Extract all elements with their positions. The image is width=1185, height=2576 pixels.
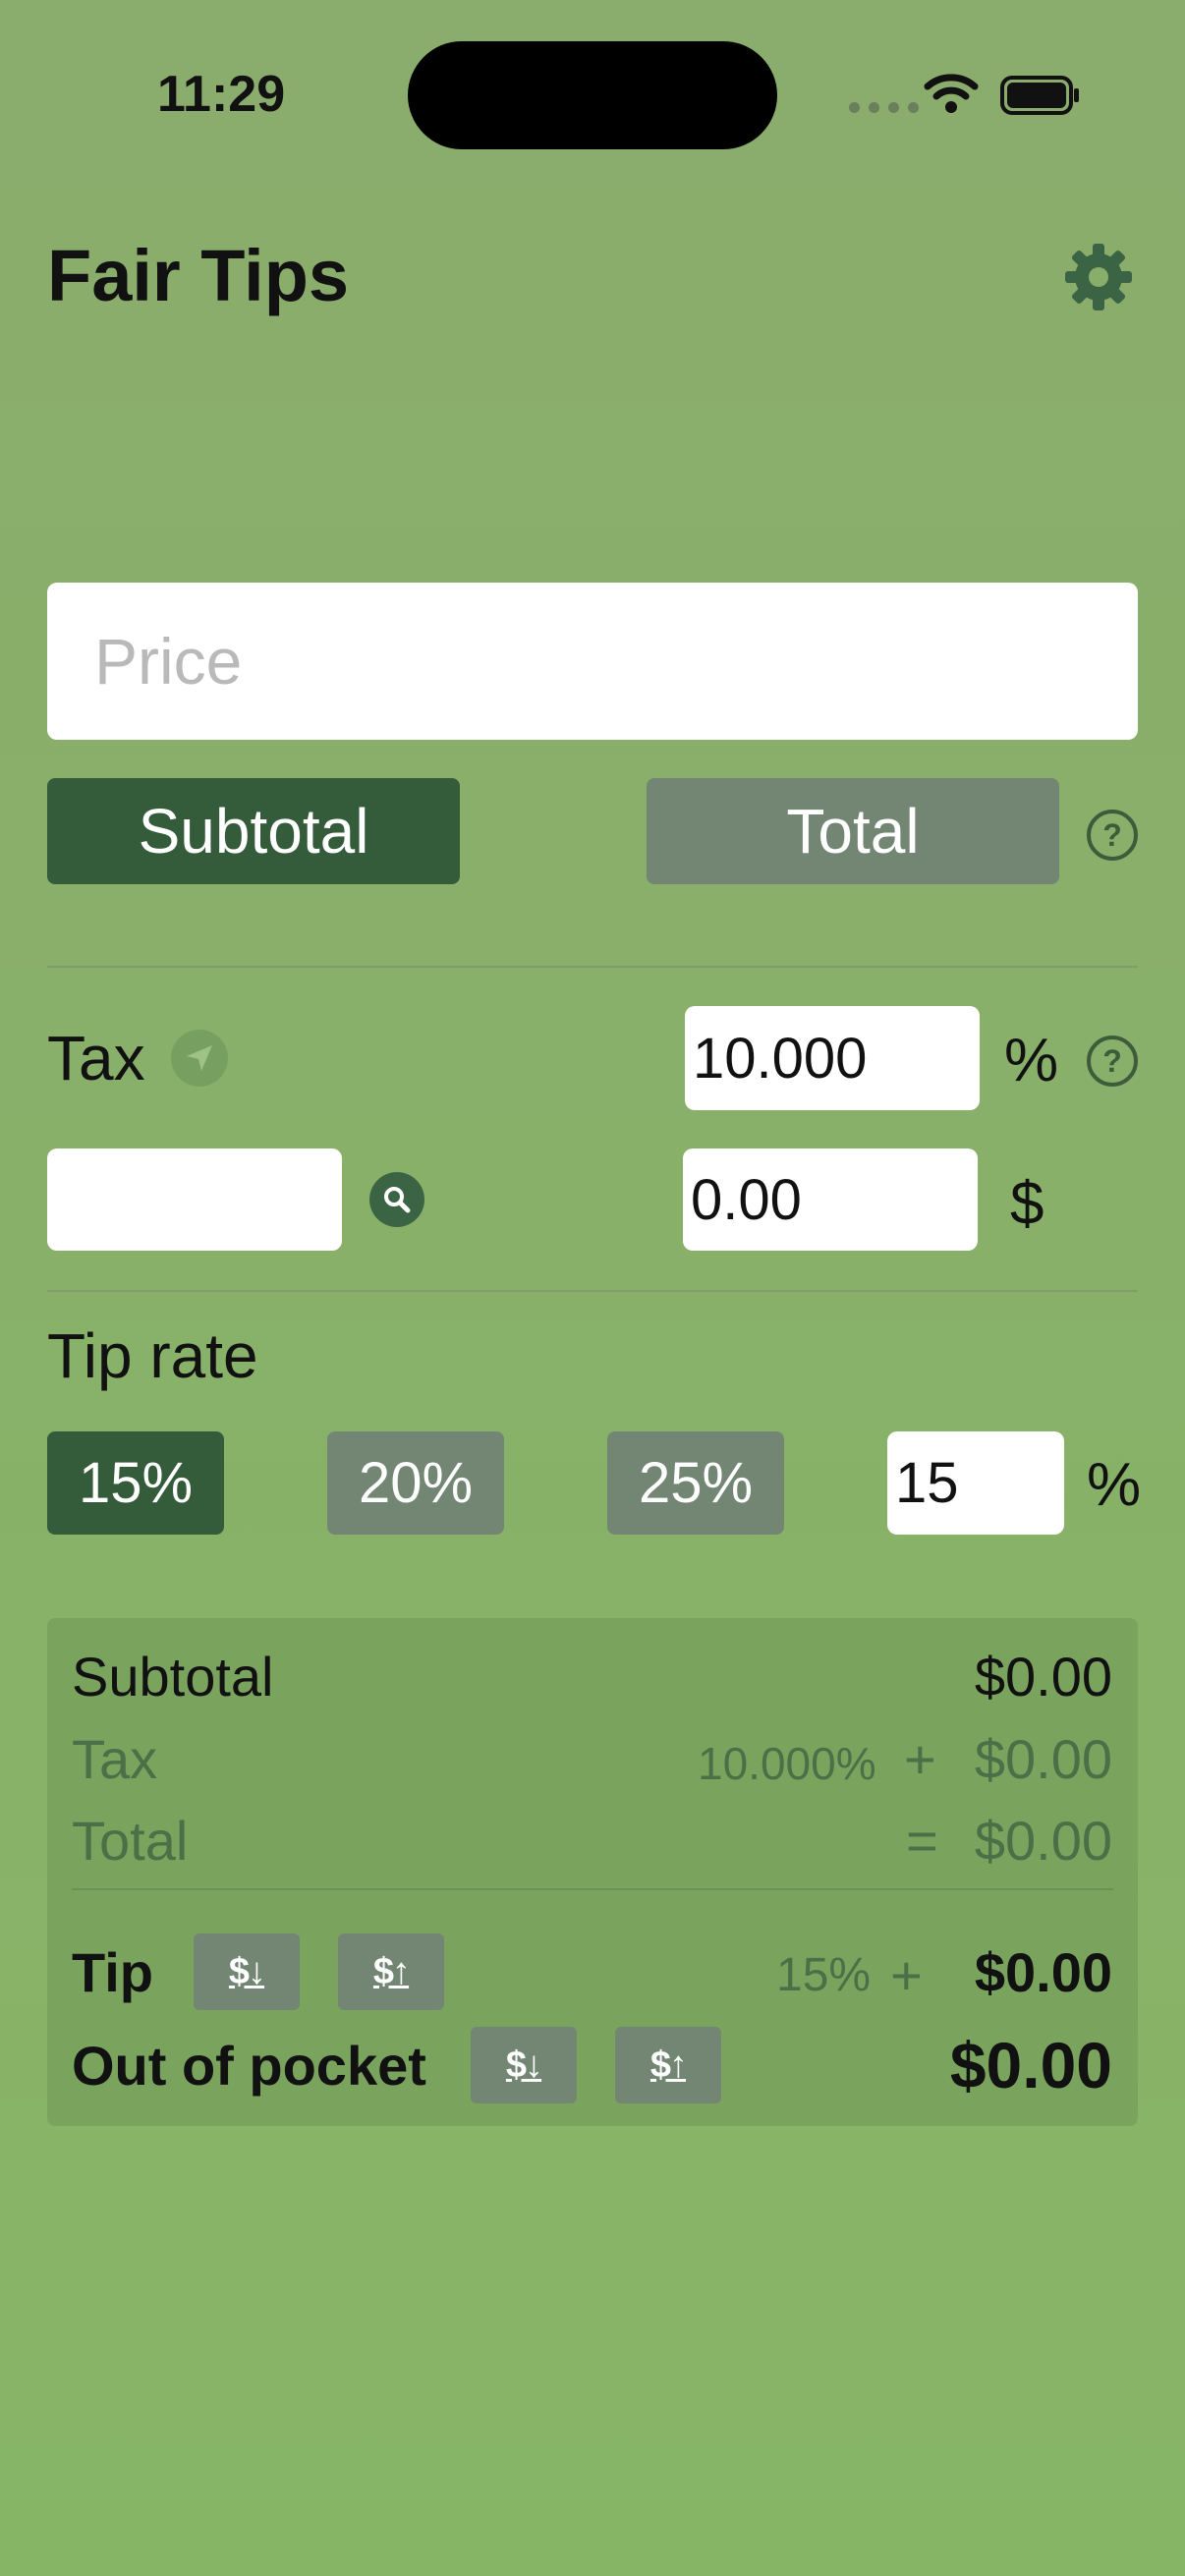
summary-oop-label: Out of pocket (72, 2035, 426, 2097)
location-arrow-icon[interactable] (171, 1030, 228, 1087)
battery-icon (1000, 76, 1079, 115)
summary-subtotal-value: $0.00 (974, 1646, 1112, 1708)
oop-round-up-button[interactable]: $↑ (615, 2027, 721, 2103)
location-field[interactable] (47, 1148, 342, 1251)
custom-tip-field[interactable] (887, 1431, 1064, 1535)
dollar-unit: $ (1010, 1170, 1044, 1238)
tip-rate-label: Tip rate (47, 1320, 258, 1391)
wifi-icon (924, 74, 979, 113)
status-time: 11:29 (157, 66, 286, 123)
tip-round-up-button[interactable]: $↑ (338, 1933, 444, 2010)
summary-tax-rate: 10.000% (698, 1738, 876, 1789)
total-button[interactable]: Total (647, 778, 1059, 884)
summary-tip-value: $0.00 (974, 1941, 1112, 2003)
page-title: Fair Tips (47, 235, 350, 316)
summary-tax-label: Tax (72, 1728, 158, 1790)
tip-preset-20[interactable]: 20% (327, 1431, 504, 1535)
summary-tip-label: Tip (72, 1941, 153, 2003)
divider (72, 1888, 1113, 1890)
tax-help-icon[interactable]: ? (1087, 1036, 1138, 1087)
tip-round-down-button[interactable]: $↓ (194, 1933, 300, 2010)
dynamic-island (408, 41, 777, 149)
summary-tax-value: $0.00 (974, 1728, 1112, 1790)
summary-total-label: Total (72, 1810, 189, 1872)
price-input[interactable] (47, 583, 1138, 740)
summary-tax-plus: + (904, 1728, 936, 1790)
divider (47, 966, 1138, 968)
tax-rate-field[interactable] (685, 1006, 980, 1110)
search-icon[interactable] (369, 1172, 424, 1227)
tip-preset-15[interactable]: 15% (47, 1431, 224, 1535)
summary-oop-value: $0.00 (949, 2029, 1112, 2101)
gear-icon[interactable] (1063, 242, 1134, 312)
divider (47, 1290, 1138, 1292)
tax-label: Tax (47, 1023, 145, 1093)
summary-tip-rate: 15% (776, 1949, 872, 2001)
tip-percent-unit: % (1087, 1451, 1142, 1519)
subtotal-button[interactable]: Subtotal (47, 778, 460, 884)
summary-subtotal-label: Subtotal (72, 1646, 274, 1708)
cellular-signal-icon (849, 102, 919, 113)
summary-total-eq: = (906, 1810, 938, 1872)
percent-unit: % (1004, 1027, 1059, 1094)
oop-round-down-button[interactable]: $↓ (471, 2027, 577, 2103)
mode-help-icon[interactable]: ? (1087, 810, 1138, 861)
tip-preset-25[interactable]: 25% (607, 1431, 784, 1535)
summary-total-value: $0.00 (974, 1810, 1112, 1872)
tax-amount-field[interactable] (683, 1148, 978, 1251)
summary-tip-plus: + (890, 1944, 923, 2006)
